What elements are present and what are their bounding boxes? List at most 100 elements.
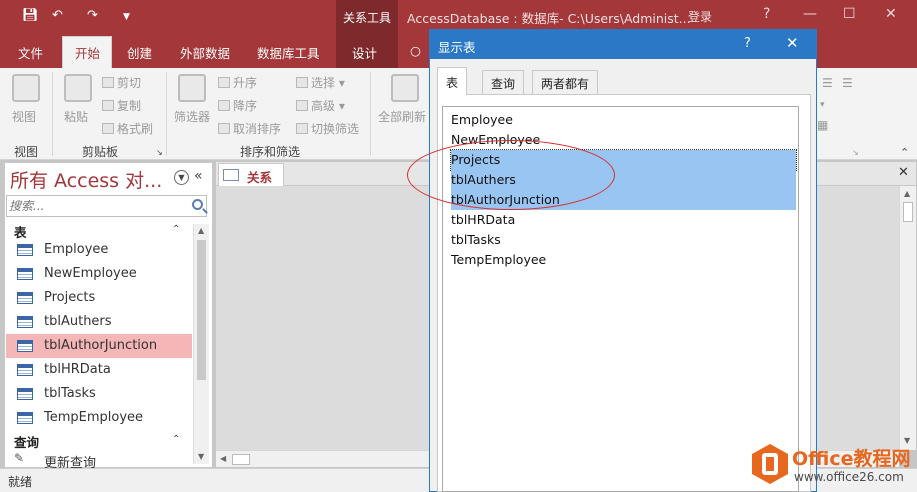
list-item[interactable]: TempEmployee — [451, 250, 796, 270]
list-item-selected[interactable]: tblAuthers — [451, 170, 796, 190]
tab-database-tools[interactable]: 数据库工具 — [257, 43, 320, 62]
document-close-icon[interactable]: ✕ — [898, 165, 909, 180]
view-icon[interactable] — [12, 74, 40, 102]
paste-button[interactable]: 粘贴 — [64, 108, 88, 125]
toggle-filter-icon — [296, 123, 308, 134]
advanced-filter-icon — [296, 100, 308, 111]
customize-dropdown-icon[interactable]: ▼ — [123, 12, 130, 22]
dialog-tab-queries[interactable]: 查询 — [482, 70, 525, 94]
copy-icon — [102, 100, 114, 111]
refresh-all-button[interactable]: 全部刷新 — [378, 108, 426, 125]
group-label-sort-filter: 排序和筛选 — [240, 145, 301, 159]
sort-descending-button[interactable]: 降序 — [218, 97, 257, 114]
list-icon[interactable]: ☰ — [822, 76, 833, 90]
table-icon — [17, 340, 33, 352]
search-icon[interactable] — [192, 199, 203, 210]
dialog-tab-tables[interactable]: 表 — [437, 67, 468, 95]
cut-button[interactable]: 剪切 — [102, 74, 141, 91]
tell-me-bulb-icon[interactable]: ○ — [410, 43, 421, 58]
window-title: AccessDatabase : 数据库- C:\Users\Administ.… — [407, 11, 691, 26]
dialog-title-bar[interactable]: 显示表 ? ✕ — [430, 30, 816, 59]
sort-asc-icon — [218, 77, 230, 88]
tab-external-data[interactable]: 外部数据 — [180, 43, 230, 62]
close-icon[interactable]: ✕ — [885, 6, 897, 22]
status-text: 就绪 — [8, 475, 33, 489]
list-item[interactable]: NewEmployee — [451, 130, 796, 150]
nav-query-item[interactable]: ✎ 更新查询 — [6, 450, 192, 471]
dropdown-arrow-icon[interactable]: ▾ — [820, 100, 825, 110]
scroll-thumb[interactable] — [197, 240, 206, 380]
section-collapse-icon[interactable]: ⌃ — [172, 224, 180, 235]
nav-collapse-icon[interactable]: « — [194, 168, 203, 184]
sort-ascending-button[interactable]: 升序 — [218, 74, 257, 91]
redo-icon[interactable]: ↷ — [87, 8, 98, 23]
format-painter-button[interactable]: 格式刷 — [102, 120, 153, 137]
paste-icon[interactable] — [64, 74, 92, 102]
advanced-dropdown[interactable]: 高级 ▾ — [296, 97, 345, 114]
nav-table-item[interactable]: tblTasks — [6, 382, 192, 406]
toggle-filter-button[interactable]: 切换筛选 — [296, 120, 359, 137]
scroll-up-icon[interactable]: ▲ — [198, 226, 204, 235]
tab-relationships-label: 关系 — [247, 170, 273, 185]
indent-icon[interactable]: ☰ — [842, 76, 853, 90]
clipboard-launcher-icon[interactable]: ↘ — [156, 148, 163, 157]
selection-icon — [296, 77, 308, 88]
collapse-ribbon-icon[interactable]: ⌃ — [900, 146, 909, 159]
section-collapse-icon[interactable]: ⌃ — [172, 434, 180, 445]
scroll-up-icon[interactable]: ▲ — [904, 189, 910, 198]
nav-table-item[interactable]: tblHRData — [6, 358, 192, 382]
nav-table-item[interactable]: tblAuthers — [6, 310, 192, 334]
tab-design[interactable]: 设计 — [352, 43, 377, 62]
selection-dropdown[interactable]: 选择 ▾ — [296, 74, 345, 91]
list-item-selected[interactable]: tblAuthorJunction — [451, 190, 796, 210]
brush-icon — [102, 123, 114, 134]
table-icon — [17, 244, 33, 256]
group-launcher-icon[interactable]: ↘ — [852, 148, 859, 157]
table-listbox[interactable]: Employee NewEmployee Projects tblAuthers… — [442, 106, 799, 492]
scroll-thumb[interactable] — [232, 454, 250, 465]
tab-file[interactable]: 文件 — [18, 43, 43, 62]
canvas-vertical-scrollbar[interactable]: ▲ ▼ — [899, 186, 916, 450]
nav-scrollbar[interactable]: ▲ ▼ — [193, 224, 209, 464]
filter-button[interactable]: 筛选器 — [174, 108, 210, 125]
scissors-icon — [102, 77, 114, 88]
nav-table-item[interactable]: NewEmployee — [6, 262, 192, 286]
login-link[interactable]: 登录 — [688, 8, 712, 25]
nav-section-queries[interactable]: 查询 — [14, 432, 39, 451]
refresh-icon[interactable] — [391, 74, 419, 102]
tab-create[interactable]: 创建 — [127, 43, 152, 62]
dialog-help-icon[interactable]: ? — [744, 36, 751, 51]
nav-search-input[interactable] — [9, 197, 185, 215]
copy-button[interactable]: 复制 — [102, 97, 141, 114]
list-item[interactable]: tblHRData — [451, 210, 796, 230]
table-icon — [17, 388, 33, 400]
minimize-icon[interactable]: — — [803, 6, 817, 22]
help-icon[interactable]: ? — [763, 6, 770, 22]
nav-table-item[interactable]: TempEmployee — [6, 406, 192, 430]
dialog-close-icon[interactable]: ✕ — [786, 34, 799, 52]
tab-relationships[interactable]: 关系 — [218, 163, 284, 186]
list-item-selected[interactable]: Projects — [450, 149, 797, 171]
filter-icon[interactable] — [178, 74, 206, 102]
remove-sort-button[interactable]: 取消排序 — [218, 120, 281, 137]
scroll-left-icon[interactable]: ◀ — [220, 454, 226, 463]
list-item[interactable]: tblTasks — [451, 230, 796, 250]
sort-desc-icon — [218, 100, 230, 111]
maximize-icon[interactable]: ☐ — [843, 6, 856, 22]
nav-table-item[interactable]: Projects — [6, 286, 192, 310]
undo-icon[interactable]: ↶ — [52, 8, 63, 23]
scroll-thumb[interactable] — [903, 202, 913, 222]
grid-icon[interactable]: ▦ — [817, 118, 828, 132]
list-item[interactable]: Employee — [451, 110, 796, 130]
dialog-title: 显示表 — [438, 40, 476, 55]
nav-menu-chevron-icon[interactable]: ▼ — [174, 170, 189, 185]
scroll-down-icon[interactable]: ▼ — [198, 452, 204, 461]
dialog-tab-both[interactable]: 两者都有 — [532, 70, 599, 94]
save-icon[interactable]: 💾︎ — [22, 8, 39, 23]
nav-pane-title[interactable]: 所有 Access 对... — [10, 166, 162, 193]
group-label-clipboard: 剪贴板 — [82, 145, 119, 159]
nav-table-item[interactable]: Employee — [6, 238, 192, 262]
nav-table-item-selected[interactable]: tblAuthorJunction — [6, 334, 192, 358]
view-button[interactable]: 视图 — [12, 108, 36, 125]
tab-home[interactable]: 开始 — [62, 36, 112, 68]
